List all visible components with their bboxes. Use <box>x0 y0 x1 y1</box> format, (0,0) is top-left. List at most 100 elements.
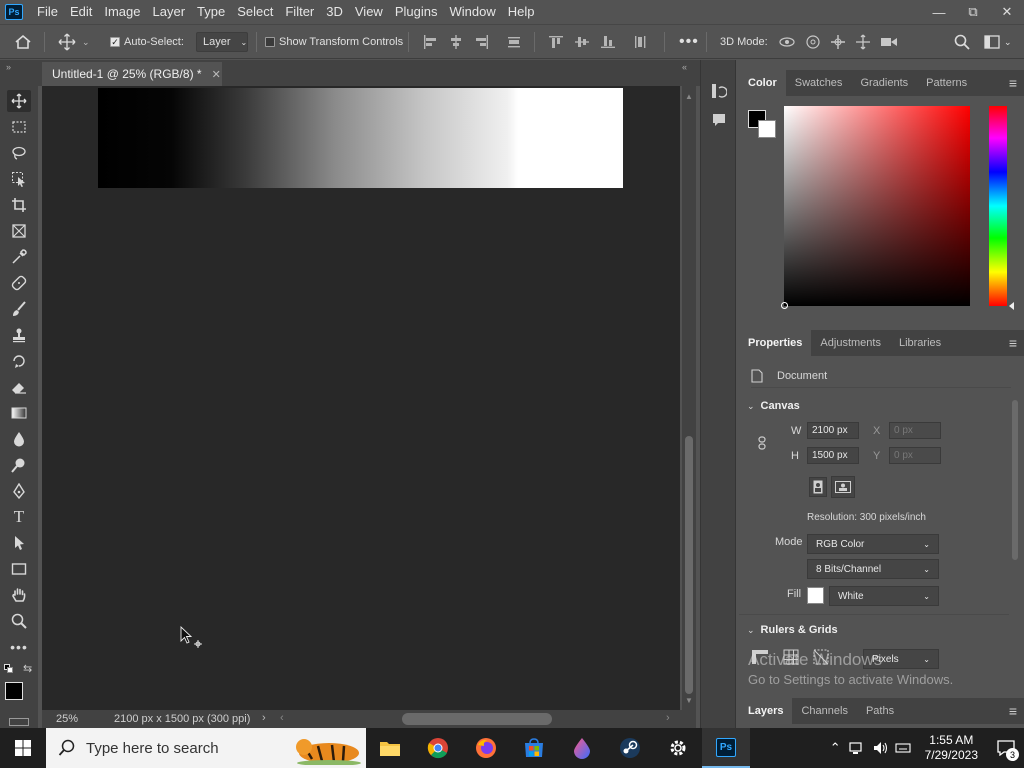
restore-button[interactable]: ⧉ <box>956 0 990 24</box>
menu-file[interactable]: File <box>31 0 64 24</box>
close-button[interactable]: ✕ <box>990 0 1024 24</box>
taskbar-search-box[interactable]: Type here to search <box>46 728 366 768</box>
tab-patterns[interactable]: Patterns <box>917 70 976 96</box>
3d-pan-icon[interactable] <box>830 34 846 50</box>
type-tool[interactable]: T <box>7 506 31 528</box>
tab-properties[interactable]: Properties <box>739 330 812 356</box>
x-input[interactable]: 0 px <box>889 422 941 439</box>
background-color-swatch[interactable] <box>758 120 776 138</box>
marquee-tool[interactable] <box>7 116 31 138</box>
lasso-tool[interactable] <box>7 142 31 164</box>
edit-toolbar-button[interactable]: ••• <box>7 636 31 658</box>
height-input[interactable]: 1500 px <box>807 447 859 464</box>
taskbar-photoshop[interactable]: Ps <box>702 728 750 768</box>
portrait-orientation-button[interactable] <box>809 477 827 497</box>
menu-image[interactable]: Image <box>98 0 146 24</box>
tab-channels[interactable]: Channels <box>792 698 856 724</box>
align-horizontal-centers-icon[interactable] <box>448 34 464 50</box>
scroll-down-icon[interactable]: ▼ <box>685 696 693 705</box>
pen-tool[interactable] <box>7 480 31 502</box>
fill-dropdown[interactable]: White ⌄ <box>829 586 939 606</box>
menu-select[interactable]: Select <box>231 0 279 24</box>
3d-scale-icon[interactable] <box>880 34 898 50</box>
tab-paths[interactable]: Paths <box>857 698 903 724</box>
quick-mask-icon[interactable] <box>9 718 29 726</box>
scroll-left-icon[interactable]: ‹ <box>280 712 284 724</box>
workspace-switcher[interactable]: ⌄ <box>984 25 1012 59</box>
distribute-vertical-icon[interactable] <box>506 34 522 50</box>
link-dimensions-icon[interactable] <box>757 436 767 450</box>
close-icon[interactable]: ✕ <box>212 68 221 81</box>
show-transform-controls-checkbox[interactable]: Show Transform Controls <box>265 25 403 59</box>
chevron-up-icon[interactable]: ⌃ <box>830 740 841 756</box>
align-top-edges-icon[interactable] <box>548 34 564 50</box>
tab-libraries[interactable]: Libraries <box>890 330 950 356</box>
properties-scroll-thumb[interactable] <box>1012 400 1018 560</box>
menu-type[interactable]: Type <box>191 0 231 24</box>
move-tool-preset-picker[interactable]: ⌄ <box>58 25 90 59</box>
swap-colors-icon[interactable]: ⇆ <box>23 662 32 675</box>
vertical-scrollbar[interactable]: ▲ ▼ <box>682 86 696 710</box>
vertical-scroll-thumb[interactable] <box>685 436 693 694</box>
taskbar-file-explorer[interactable] <box>366 728 414 768</box>
menu-filter[interactable]: Filter <box>279 0 320 24</box>
taskbar-settings[interactable] <box>654 728 702 768</box>
brush-tool[interactable] <box>7 298 31 320</box>
search-button[interactable] <box>954 25 970 59</box>
home-button[interactable] <box>14 25 32 59</box>
align-vertical-centers-icon[interactable] <box>574 34 590 50</box>
panel-menu-icon[interactable]: ≡ <box>1002 698 1024 724</box>
tab-adjustments[interactable]: Adjustments <box>811 330 890 356</box>
canvas-section-header[interactable]: ⌄ Canvas <box>747 400 800 412</box>
start-button[interactable] <box>0 728 46 768</box>
foreground-color-swatch[interactable] <box>5 682 23 700</box>
menu-layer[interactable]: Layer <box>147 0 192 24</box>
notification-center-button[interactable]: 3 <box>988 728 1024 768</box>
history-panel-button[interactable] <box>711 82 728 103</box>
panel-menu-icon[interactable]: ≡ <box>1002 70 1024 96</box>
horizontal-scroll-thumb[interactable] <box>402 713 552 725</box>
scroll-right-icon[interactable]: › <box>666 712 670 724</box>
document-canvas-gradient[interactable] <box>98 88 623 188</box>
zoom-level[interactable]: 25% <box>56 713 78 725</box>
eyedropper-tool[interactable] <box>7 246 31 268</box>
color-mode-dropdown[interactable]: RGB Color ⌄ <box>807 534 939 554</box>
hue-slider-handle[interactable] <box>1009 302 1014 310</box>
rulers-grids-section-header[interactable]: ⌄ Rulers & Grids <box>747 624 838 636</box>
scroll-up-icon[interactable]: ▲ <box>685 92 693 101</box>
network-icon[interactable] <box>849 741 865 755</box>
3d-roll-icon[interactable] <box>805 34 821 50</box>
3d-orbit-icon[interactable] <box>778 34 796 50</box>
comments-panel-button[interactable] <box>711 112 727 131</box>
tab-layers[interactable]: Layers <box>739 698 793 724</box>
fill-color-swatch[interactable] <box>807 587 824 604</box>
history-brush-tool[interactable] <box>7 350 31 372</box>
hue-slider[interactable] <box>989 106 1014 310</box>
hand-tool[interactable] <box>7 584 31 606</box>
menu-edit[interactable]: Edit <box>64 0 98 24</box>
crop-tool[interactable] <box>7 194 31 216</box>
zoom-tool[interactable] <box>7 610 31 632</box>
volume-icon[interactable] <box>873 741 889 755</box>
path-selection-tool[interactable] <box>7 532 31 554</box>
blur-tool[interactable] <box>7 428 31 450</box>
align-right-edges-icon[interactable] <box>474 34 490 50</box>
minimize-button[interactable]: — <box>922 0 956 24</box>
picker-cursor[interactable] <box>781 302 788 309</box>
dodge-tool[interactable] <box>7 454 31 476</box>
tab-swatches[interactable]: Swatches <box>786 70 852 96</box>
auto-select-target-dropdown[interactable]: Layer ⌄ <box>196 32 248 52</box>
bit-depth-dropdown[interactable]: 8 Bits/Channel ⌄ <box>807 559 939 579</box>
rectangle-tool[interactable] <box>7 558 31 580</box>
align-left-edges-icon[interactable] <box>422 34 438 50</box>
keyboard-icon[interactable] <box>895 741 911 755</box>
move-tool[interactable] <box>7 90 31 112</box>
landscape-orientation-button[interactable] <box>831 476 855 498</box>
tab-gradients[interactable]: Gradients <box>851 70 917 96</box>
y-input[interactable]: 0 px <box>889 447 941 464</box>
taskbar-microsoft-store[interactable] <box>510 728 558 768</box>
status-menu-chevron-icon[interactable]: › <box>262 712 266 724</box>
object-selection-tool[interactable] <box>7 168 31 190</box>
system-clock[interactable]: 1:55 AM 7/29/2023 <box>925 733 978 763</box>
healing-brush-tool[interactable] <box>7 272 31 294</box>
